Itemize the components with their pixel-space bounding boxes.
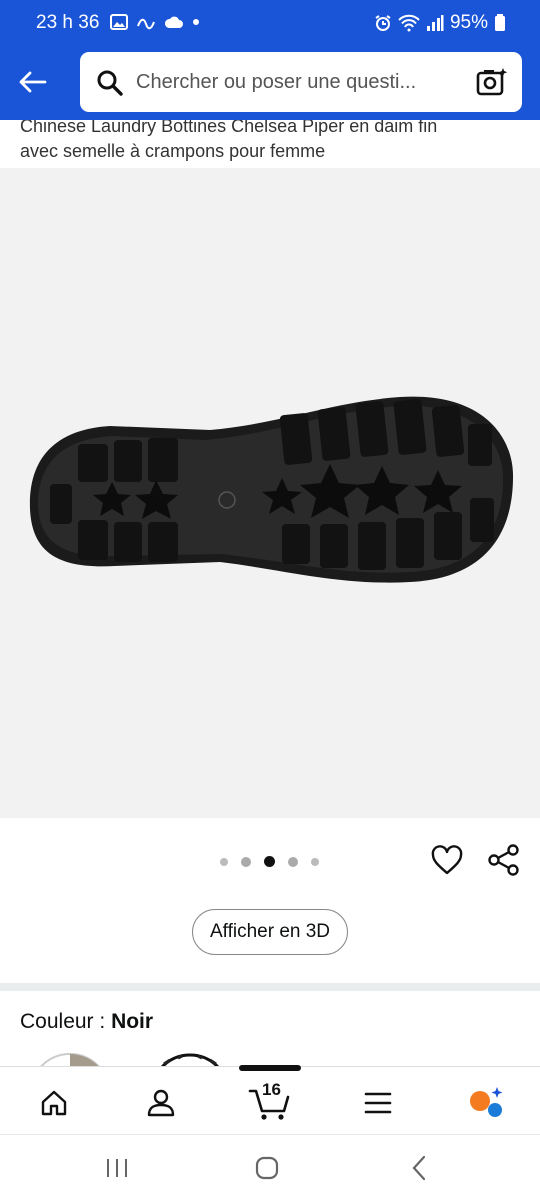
- view-3d-button[interactable]: Afficher en 3D: [192, 909, 348, 955]
- active-tab-indicator: [239, 1065, 301, 1071]
- rufus-assistant-icon: [470, 1087, 503, 1117]
- wifi-icon: [398, 14, 420, 32]
- dot-icon: [193, 19, 199, 25]
- swatch-black-icon: [160, 1053, 220, 1066]
- search-icon: [97, 70, 123, 96]
- status-right: 95%: [374, 12, 506, 34]
- color-selector-label: Couleur : Noir: [20, 1010, 153, 1034]
- system-navigation-bar: [0, 1134, 540, 1200]
- color-swatch-2-selected[interactable]: [150, 1052, 230, 1066]
- home-icon: [41, 1090, 67, 1116]
- status-left-icons: [110, 13, 200, 31]
- cart-count-badge: 16: [262, 1080, 281, 1099]
- carousel-dot-1[interactable]: [220, 857, 228, 866]
- search-input[interactable]: [136, 64, 466, 100]
- system-back-button[interactable]: [404, 1153, 434, 1183]
- product-title: Chinese Laundry Bottines Chelsea Piper e…: [20, 120, 520, 164]
- home-circle-icon: [255, 1156, 279, 1180]
- page: 23 h 36 95% Chinese Laundry Bottines Ch: [0, 0, 540, 1200]
- battery-percent: 95%: [449, 12, 488, 33]
- chevron-left-icon: [412, 1155, 426, 1181]
- cloud-icon: [164, 16, 183, 28]
- color-label: Couleur :: [20, 1010, 106, 1033]
- color-swatch-1[interactable]: [30, 1052, 110, 1066]
- battery-icon: [495, 14, 505, 31]
- carousel-indicator: [220, 856, 319, 867]
- user-icon: [147, 1089, 175, 1117]
- nav-account[interactable]: [141, 1083, 181, 1123]
- section-divider: [0, 983, 540, 991]
- app-header: [0, 48, 540, 120]
- carousel-dot-2[interactable]: [241, 856, 251, 867]
- camera-search-icon[interactable]: [476, 66, 508, 98]
- carousel-dot-5[interactable]: [311, 857, 319, 866]
- color-value: Noir: [111, 1010, 154, 1033]
- status-bar: 23 h 36 95%: [0, 0, 540, 48]
- arrow-left-icon: [19, 71, 47, 93]
- back-button[interactable]: [12, 62, 52, 102]
- product-image-carousel[interactable]: [0, 168, 540, 818]
- link-icon: [137, 18, 155, 30]
- product-image-shoe-sole: [29, 396, 514, 583]
- nav-home[interactable]: [34, 1083, 74, 1123]
- alarm-icon: [375, 15, 391, 31]
- nav-menu[interactable]: [358, 1083, 398, 1123]
- share-icon[interactable]: [486, 842, 522, 878]
- signal-icon: [426, 15, 444, 31]
- home-system-button[interactable]: [252, 1153, 282, 1183]
- carousel-dot-3-active[interactable]: [264, 856, 275, 867]
- recent-apps-icon: [107, 1159, 127, 1177]
- swatch-taupe-icon: [40, 1053, 100, 1066]
- gallery-icon: [110, 14, 128, 30]
- recent-apps-button[interactable]: [102, 1153, 132, 1183]
- nav-rufus[interactable]: [466, 1083, 506, 1123]
- product-title-line-1: Chinese Laundry Bottines Chelsea Piper e…: [20, 120, 438, 136]
- product-title-area: Chinese Laundry Bottines Chelsea Piper e…: [0, 120, 540, 168]
- product-title-line-2: avec semelle à crampons pour femme: [20, 141, 326, 161]
- search-bar[interactable]: [80, 52, 522, 112]
- carousel-dot-4[interactable]: [288, 856, 298, 867]
- bottom-navigation: 16: [0, 1065, 540, 1134]
- status-time: 23 h 36: [36, 12, 100, 33]
- heart-icon[interactable]: [430, 844, 464, 878]
- hamburger-menu-icon: [364, 1092, 392, 1114]
